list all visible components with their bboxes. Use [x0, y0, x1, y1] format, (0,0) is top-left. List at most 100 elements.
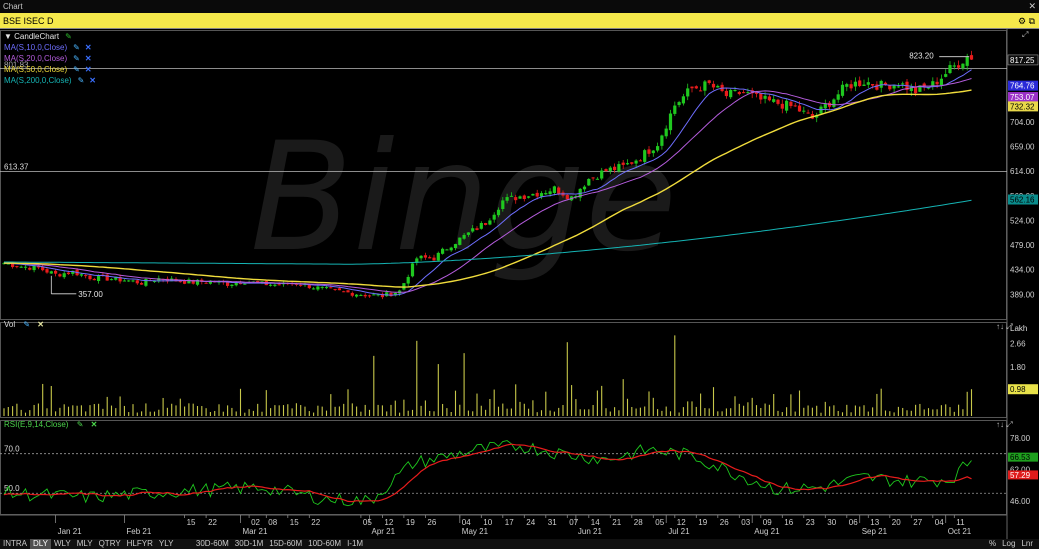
popout-icon[interactable]: ⧉: [1029, 16, 1035, 26]
timeframe-wly[interactable]: WLY: [51, 539, 74, 549]
candle: [716, 85, 720, 88]
candle: [797, 105, 802, 112]
x-axis-label: 26: [720, 518, 729, 527]
price-axis-tick: 524.00: [1010, 216, 1035, 225]
x-axis-label: Sep 21: [862, 527, 888, 536]
candle: [355, 294, 359, 297]
legend-label: MA(S,50,0,Close): [4, 65, 68, 74]
window-title: Chart: [3, 2, 23, 11]
candle: [187, 279, 191, 284]
volume-bars: [3, 335, 973, 416]
candle: [183, 280, 187, 284]
pane-up-down-icon[interactable]: ↑↓ ⤢: [996, 322, 1013, 332]
legend-item[interactable]: MA(S,20,0,Close) ✎ ✕: [4, 53, 96, 64]
x-axis-label: Jul 21: [668, 527, 690, 536]
candle: [453, 244, 458, 249]
candle: [634, 160, 638, 164]
candle: [140, 282, 144, 285]
close-indicator-icon[interactable]: ✕: [85, 43, 92, 52]
price-tag-label: 753.07: [1010, 93, 1035, 102]
scale-percent-button[interactable]: %: [986, 539, 999, 549]
timeframe-dly[interactable]: DLY: [30, 539, 51, 549]
x-axis-label: 11: [956, 518, 965, 527]
legend-item[interactable]: ▼ CandleChart ✎: [4, 31, 96, 42]
candle: [673, 105, 677, 114]
pane-frame: [0, 420, 1007, 515]
timeframe-qtry[interactable]: QTRY: [96, 539, 124, 549]
pencil-icon[interactable]: ✎: [73, 43, 80, 52]
rsi-legend: RSI(E,9,14,Close) ✎ ✕: [4, 419, 97, 430]
legend-label: MA(S,20,0,Close): [4, 54, 68, 63]
window-title-bar: Chart ✕: [0, 0, 1039, 13]
pencil-icon[interactable]: ✎: [23, 320, 30, 329]
range-button[interactable]: 30D-60M: [193, 539, 232, 549]
x-axis-label: 09: [763, 518, 772, 527]
candle: [582, 186, 587, 190]
close-indicator-icon[interactable]: ✕: [37, 320, 44, 329]
x-axis-label: 13: [870, 518, 879, 527]
candle: [62, 273, 66, 278]
candle: [535, 192, 539, 197]
range-button[interactable]: 30D-1M: [232, 539, 266, 549]
close-indicator-icon[interactable]: ✕: [89, 76, 96, 85]
price-axis-tick: 434.00: [1010, 266, 1035, 275]
candle: [901, 83, 905, 85]
candle: [432, 257, 436, 261]
x-axis-label: 24: [526, 518, 535, 527]
vol-axis-tick: 2.66: [1010, 339, 1026, 348]
maximize-pane-icon[interactable]: ⤢: [1022, 30, 1028, 40]
candle: [363, 294, 367, 297]
candle: [346, 290, 350, 293]
candle: [496, 209, 501, 216]
candle: [961, 63, 965, 69]
x-axis-label: 04: [462, 518, 471, 527]
price-tag-label: 764.76: [1010, 82, 1035, 91]
legend-item[interactable]: MA(S,10,0,Close) ✎ ✕: [4, 42, 96, 53]
legend-item[interactable]: MA(S,50,0,Close) ✎ ✕: [4, 64, 96, 75]
range-button[interactable]: 10D-60M: [305, 539, 344, 549]
symbol-title: BSE ISEC D: [3, 16, 54, 26]
pencil-icon[interactable]: ✎: [77, 420, 84, 429]
range-button[interactable]: I-1M: [344, 539, 366, 549]
candle: [742, 92, 746, 94]
candle: [686, 88, 690, 97]
watermark: Binge: [250, 111, 677, 285]
chart-canvas[interactable]: Binge823.20357.00613.37801.83749.00704.0…: [0, 29, 1039, 539]
pencil-icon[interactable]: ✎: [65, 32, 72, 41]
pencil-icon[interactable]: ✎: [73, 54, 80, 63]
range-button[interactable]: 15D-60M: [266, 539, 305, 549]
candle: [625, 163, 630, 165]
candle: [320, 286, 324, 288]
candle: [643, 150, 647, 162]
timeframe-yly[interactable]: YLY: [156, 539, 177, 549]
candle: [668, 113, 673, 131]
close-indicator-icon[interactable]: ✕: [85, 65, 92, 74]
candle: [969, 55, 974, 60]
rsi-legend-label: RSI(E,9,14,Close): [4, 420, 69, 429]
candle: [385, 292, 389, 297]
timeframe-hlfyr[interactable]: HLFYR: [124, 539, 156, 549]
vol-legend: Vol ✎ ✕: [4, 319, 44, 330]
candle: [565, 194, 569, 200]
bottom-toolbar: INTRA DLY WLY MLY QTRY HLFYR YLY 30D-60M 30D-1M…: [0, 539, 1039, 549]
pane-up-down-icon[interactable]: ↑↓ ⤢: [996, 420, 1013, 430]
close-icon[interactable]: ✕: [1028, 0, 1036, 13]
scale-lnr-button[interactable]: Lnr: [1018, 539, 1036, 549]
pencil-icon[interactable]: ✎: [73, 65, 80, 74]
candle: [88, 275, 92, 280]
candle: [462, 234, 466, 239]
scale-log-button[interactable]: Log: [999, 539, 1018, 549]
close-indicator-icon[interactable]: ✕: [91, 420, 98, 429]
candle: [84, 275, 88, 277]
candle: [651, 150, 655, 154]
timeframe-mly[interactable]: MLY: [74, 539, 96, 549]
pencil-icon[interactable]: ✎: [78, 76, 85, 85]
candle: [471, 228, 475, 232]
timeframe-intra[interactable]: INTRA: [0, 539, 30, 549]
candle: [539, 193, 544, 197]
candle: [776, 99, 780, 104]
close-indicator-icon[interactable]: ✕: [85, 54, 92, 63]
chart-settings-icon[interactable]: ⚙: [1018, 16, 1026, 26]
candle: [466, 232, 470, 235]
legend-item[interactable]: MA(S,200,0,Close) ✎ ✕: [4, 75, 96, 86]
